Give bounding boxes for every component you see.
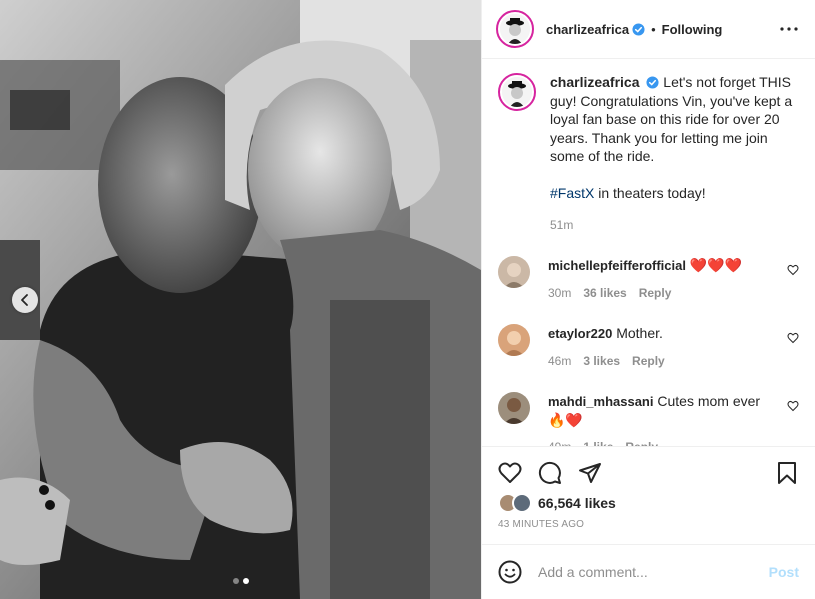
- comment-item: michellepfeifferofficial ❤️❤️❤️ 30m 36 l…: [498, 255, 799, 302]
- author-avatar-image: [500, 14, 530, 44]
- post-header: charlizeafrica • Following: [482, 0, 815, 59]
- bookmark-icon[interactable]: [775, 461, 799, 485]
- carousel-prev-button[interactable]: [12, 287, 38, 313]
- commenter-avatar-image: [498, 255, 530, 288]
- commenter-avatar[interactable]: [498, 391, 530, 424]
- hashtag-link[interactable]: #FastX: [550, 185, 594, 201]
- instagram-post-modal: charlizeafrica • Following charlizeafric…: [0, 0, 815, 599]
- share-icon[interactable]: [578, 461, 602, 485]
- post-side-panel: charlizeafrica • Following charlizeafric…: [481, 0, 815, 599]
- comment-likes[interactable]: 1 like: [583, 438, 613, 447]
- comment-reply-button[interactable]: Reply: [639, 284, 672, 302]
- emoji-icon[interactable]: [498, 560, 522, 584]
- comment-username[interactable]: michellepfeifferofficial: [548, 258, 686, 273]
- comment-like-heart-icon[interactable]: [787, 264, 799, 276]
- like-heart-icon[interactable]: [498, 461, 522, 485]
- carousel-dot-active: [242, 578, 249, 584]
- post-caption: charlizeafrica Let's not forget THIS guy…: [498, 60, 799, 235]
- comment-text: ❤️❤️❤️: [689, 256, 743, 273]
- more-options-button[interactable]: [777, 17, 801, 41]
- comment-composer: Post: [482, 544, 815, 599]
- post-actions: 66,564 likes 43 MINUTES AGO: [482, 446, 815, 544]
- following-button[interactable]: Following: [662, 22, 723, 37]
- comment-likes[interactable]: 3 likes: [583, 352, 620, 370]
- caption-username[interactable]: charlizeafrica: [550, 74, 640, 90]
- commenter-avatar-image: [498, 391, 530, 424]
- author-username[interactable]: charlizeafrica: [546, 22, 629, 37]
- liker-avatars: [498, 493, 534, 513]
- commenter-avatar[interactable]: [498, 323, 530, 356]
- header-separator: •: [651, 21, 656, 37]
- verified-icon: [646, 76, 659, 89]
- post-photo[interactable]: [0, 0, 481, 599]
- caption-avatar-image: [502, 77, 532, 107]
- commenter-avatar-image: [498, 323, 530, 356]
- comment-text: Mother.: [616, 324, 663, 341]
- comments-list[interactable]: charlizeafrica Let's not forget THIS guy…: [482, 60, 815, 446]
- like-count[interactable]: 66,564 likes: [538, 495, 616, 511]
- comment-item: etaylor220 Mother. 46m 3 likes Reply: [498, 323, 799, 370]
- carousel-dot: [232, 578, 239, 584]
- author-avatar[interactable]: [496, 10, 534, 48]
- comment-like-heart-icon[interactable]: [787, 400, 799, 412]
- verified-icon: [632, 22, 645, 36]
- comment-item: mahdi_mhassani Cutes mom ever 🔥❤️ 49m 1 …: [498, 391, 799, 447]
- liker-avatar: [512, 493, 532, 513]
- caption-age: 51m: [550, 218, 574, 232]
- comment-username[interactable]: mahdi_mhassani: [548, 394, 654, 409]
- comment-icon[interactable]: [538, 461, 562, 485]
- caption-avatar[interactable]: [498, 73, 536, 111]
- caption-tail: in theaters today!: [594, 184, 706, 201]
- comment-likes[interactable]: 36 likes: [583, 284, 626, 302]
- comment-reply-button[interactable]: Reply: [625, 438, 658, 447]
- comment-input[interactable]: [538, 564, 769, 580]
- post-comment-button[interactable]: Post: [769, 564, 799, 580]
- comment-age: 30m: [548, 285, 572, 300]
- more-icon: [780, 27, 798, 31]
- comment-username[interactable]: etaylor220: [548, 326, 612, 341]
- comment-age: 46m: [548, 353, 572, 368]
- photo-illustration: [0, 0, 481, 599]
- post-timestamp: 43 MINUTES AGO: [498, 519, 585, 530]
- commenter-avatar[interactable]: [498, 255, 530, 288]
- chevron-left-icon: [21, 294, 28, 306]
- carousel-indicator: [0, 578, 481, 584]
- comment-age: 49m: [548, 438, 571, 447]
- comment-reply-button[interactable]: Reply: [632, 352, 665, 370]
- comment-like-heart-icon[interactable]: [787, 332, 799, 344]
